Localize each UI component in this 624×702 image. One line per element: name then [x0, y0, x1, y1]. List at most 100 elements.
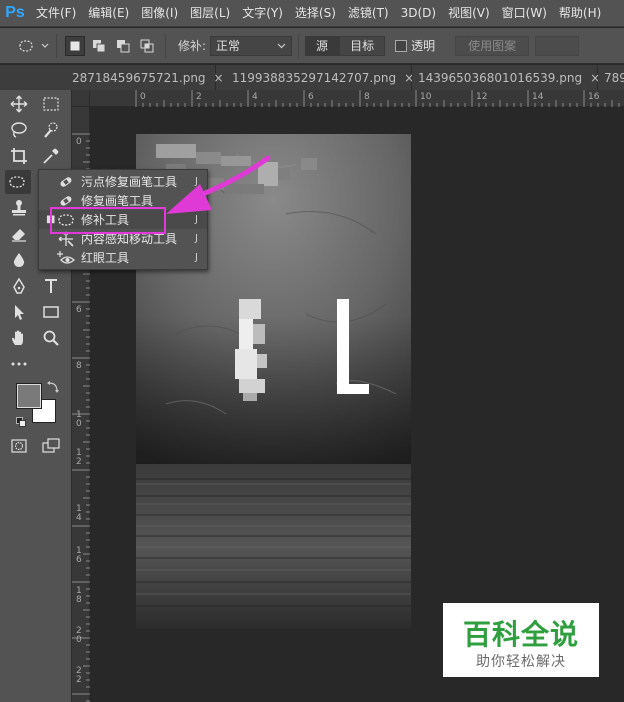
tool-preset-picker[interactable] — [18, 36, 38, 56]
zoom-tool[interactable] — [38, 326, 64, 350]
new-selection-button[interactable] — [65, 35, 85, 56]
add-selection-button[interactable] — [89, 36, 109, 56]
eyedropper-tool[interactable] — [38, 144, 64, 168]
eyedropper-icon — [43, 148, 59, 164]
options-bar: 修补: 正常 源 目标 透明 使用图案 — [0, 28, 624, 64]
patch-tool-icon — [19, 39, 33, 52]
screen-mode-button[interactable] — [38, 434, 64, 458]
tab-document-4[interactable]: 789 — [598, 65, 624, 90]
menu-select[interactable]: 选择(S) — [289, 0, 342, 27]
ruler-label: 8 — [364, 92, 370, 102]
tab-document-3[interactable]: 143965036801016539.png × — [412, 65, 600, 90]
eraser-tool[interactable] — [6, 222, 32, 246]
patch-label: 修补: — [178, 39, 207, 53]
horizontal-ruler[interactable]: 0 2 4 6 8 10 12 14 16 — [90, 90, 624, 107]
divider — [56, 33, 57, 58]
source-button[interactable]: 源 — [305, 35, 340, 56]
menu-layer[interactable]: 图层(L) — [184, 0, 236, 27]
menu-3d[interactable]: 3D(D) — [395, 0, 442, 27]
pattern-picker[interactable] — [535, 35, 580, 56]
type-icon — [45, 279, 57, 293]
flyout-item-spot-healing[interactable]: 污点修复画笔工具 J — [39, 172, 207, 191]
more-icon — [11, 362, 27, 366]
menu-type[interactable]: 文字(Y) — [236, 0, 289, 27]
patch-tool-icon — [9, 176, 25, 188]
watermark-logo: 百科全说 助你轻松解决 — [443, 603, 599, 677]
menu-filter[interactable]: 滤镜(T) — [342, 0, 395, 27]
crop-icon — [11, 148, 27, 164]
divider — [165, 33, 166, 58]
rectangle-tool[interactable] — [38, 300, 64, 324]
chevron-down-icon — [277, 43, 286, 48]
intersect-selection-button[interactable] — [137, 36, 157, 56]
transparent-checkbox[interactable] — [395, 39, 408, 52]
path-selection-tool[interactable] — [6, 300, 32, 324]
menu-image[interactable]: 图像(I) — [135, 0, 184, 27]
tab-document-1[interactable]: 28718459675721.png × — [66, 65, 224, 90]
rectangular-marquee-icon — [43, 97, 59, 111]
shortcut-key: J — [195, 214, 198, 225]
ruler-label: 6 — [308, 92, 314, 102]
subtract-selection-button[interactable] — [113, 36, 133, 56]
healing-tool-group[interactable] — [5, 170, 31, 194]
patch-mode-select[interactable]: 正常 — [210, 35, 293, 56]
type-tool[interactable] — [38, 274, 64, 298]
menu-edit[interactable]: 编辑(E) — [82, 0, 135, 27]
ruler-label: 14 — [532, 92, 544, 102]
shortcut-key: J — [195, 233, 198, 244]
flyout-label: 红眼工具 — [81, 251, 130, 265]
path-selection-icon — [15, 305, 24, 320]
flyout-label: 污点修复画笔工具 — [81, 175, 178, 189]
menu-help[interactable]: 帮助(H) — [553, 0, 607, 27]
ruler-origin[interactable] — [72, 90, 90, 107]
default-colors-icon[interactable] — [16, 416, 26, 427]
ruler-label: 16 — [588, 92, 600, 102]
hand-icon — [12, 330, 23, 345]
quick-selection-icon — [44, 122, 58, 138]
close-icon[interactable]: × — [214, 71, 224, 85]
red-eye-icon — [56, 250, 76, 266]
quick-mask-button[interactable] — [6, 434, 32, 458]
tab-document-2[interactable]: 119938835297142707.png × — [226, 65, 414, 90]
quick-selection-tool[interactable] — [38, 118, 64, 142]
photoshop-logo: Ps — [5, 4, 25, 21]
ruler-label: 1 4 — [76, 504, 82, 523]
ruler-ticks — [135, 90, 620, 107]
ruler-label: 1 8 — [76, 586, 82, 605]
subtract-selection-icon — [117, 39, 130, 52]
move-tool[interactable] — [6, 92, 32, 116]
menu-file[interactable]: 文件(F) — [30, 0, 82, 27]
flyout-item-red-eye[interactable]: 红眼工具 J — [39, 248, 207, 267]
spot-healing-brush-icon — [56, 174, 76, 190]
swap-colors-icon[interactable] — [46, 380, 60, 394]
crop-tool[interactable] — [6, 144, 32, 168]
transparent-label: 透明 — [411, 39, 436, 53]
watermark-title: 百科全说 — [462, 618, 579, 651]
shortcut-key: J — [195, 195, 198, 206]
blur-tool[interactable] — [6, 248, 32, 272]
ruler-label: 6 — [76, 305, 82, 315]
marquee-tool[interactable] — [38, 92, 64, 116]
move-icon — [10, 95, 28, 113]
intersect-selection-icon — [140, 39, 154, 52]
ruler-label: 0 — [76, 137, 82, 147]
ruler-label: 10 — [420, 92, 432, 102]
edit-toolbar-button[interactable] — [6, 352, 32, 376]
lasso-tool[interactable] — [6, 118, 32, 142]
document-tabs: 28718459675721.png × 119938835297142707.… — [0, 65, 624, 90]
shortcut-key: J — [195, 176, 198, 187]
divider — [298, 33, 300, 58]
new-selection-icon — [70, 41, 80, 50]
highlight-box — [50, 207, 166, 234]
target-button[interactable]: 目标 — [339, 35, 386, 56]
ruler-label: 1 0 — [76, 410, 82, 429]
use-pattern-button[interactable]: 使用图案 — [455, 35, 530, 56]
hand-tool[interactable] — [6, 326, 32, 350]
menu-window[interactable]: 窗口(W) — [496, 0, 553, 27]
chevron-down-icon[interactable] — [40, 41, 50, 51]
clone-stamp-tool[interactable] — [6, 196, 32, 220]
foreground-color-swatch[interactable] — [16, 383, 42, 409]
pen-tool[interactable] — [6, 274, 32, 298]
lasso-icon — [11, 122, 27, 138]
menu-view[interactable]: 视图(V) — [442, 0, 496, 27]
